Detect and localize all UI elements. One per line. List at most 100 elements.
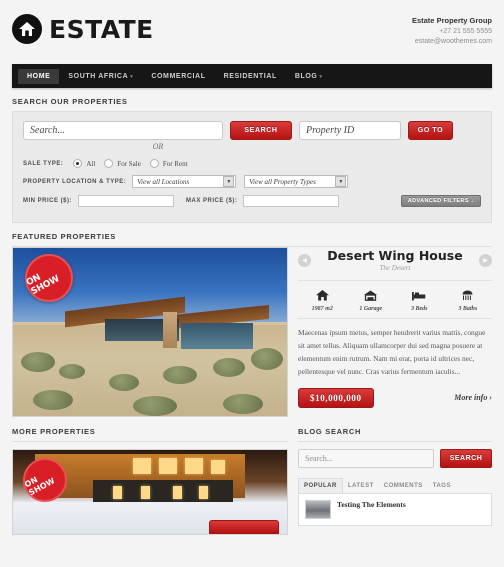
window-light bbox=[185, 458, 203, 474]
more-property-image[interactable]: ON SHOW bbox=[12, 449, 288, 535]
site-header: ESTATE Estate Property Group +27 21 555 … bbox=[0, 0, 504, 64]
more-properties-heading: MORE PROPERTIES bbox=[12, 427, 288, 442]
stone-pillar bbox=[163, 312, 177, 348]
contact-email[interactable]: estate@woothemes.com bbox=[412, 37, 492, 47]
stat-beds: 3 Beds bbox=[395, 288, 444, 312]
featured-details: ◀ Desert Wing House The Desert ▶ 1987 m2 bbox=[298, 247, 492, 417]
radio-icon[interactable] bbox=[73, 159, 83, 168]
sale-type-radios: All For Sale For Rent bbox=[73, 159, 188, 168]
bed-icon bbox=[395, 288, 444, 303]
blog-search-heading: BLOG SEARCH bbox=[298, 427, 492, 442]
search-row: Search... SEARCH Property ID GO TO bbox=[23, 121, 481, 140]
on-show-label: ON SHOW bbox=[24, 272, 62, 298]
blog-post-list: Testing The Elements bbox=[298, 493, 492, 526]
or-label: OR bbox=[152, 142, 164, 151]
carousel-next-icon[interactable]: ▶ bbox=[479, 253, 492, 267]
stat-label: 3 Baths bbox=[458, 305, 478, 312]
brand-name: ESTATE bbox=[49, 14, 154, 44]
chevron-down-icon[interactable]: ▼ bbox=[335, 176, 347, 187]
blog-search-input[interactable]: Search... bbox=[298, 449, 434, 468]
tab-tags[interactable]: TAGS bbox=[428, 479, 456, 493]
property-stats: 1987 m2 1 Garage 3 Beds 3 Baths bbox=[298, 279, 493, 319]
nav-item-south-africa[interactable]: SOUTH AFRICA ▾ bbox=[59, 69, 142, 84]
nav-item-home[interactable]: HOME bbox=[18, 68, 60, 84]
nav-item-residential[interactable]: RESIDENTIAL bbox=[215, 69, 286, 84]
advanced-filters-button[interactable]: ADVANCED FILTERS ↓ bbox=[400, 195, 481, 207]
search-panel: Search... SEARCH Property ID GO TO OR SA… bbox=[12, 112, 492, 223]
more-property-price-tag bbox=[209, 520, 279, 534]
radio-for-rent[interactable]: For Rent bbox=[149, 159, 188, 168]
window-light bbox=[173, 486, 182, 499]
on-show-badge: ON SHOW bbox=[23, 458, 67, 502]
property-type-select[interactable]: View all Property Types ▼ bbox=[244, 175, 349, 188]
price-row: $10,000,000 More info › bbox=[298, 387, 492, 408]
post-title[interactable]: Testing The Elements bbox=[337, 500, 406, 519]
max-price-label: MAX PRICE ($): bbox=[186, 198, 238, 204]
contact-phone: +27 21 555 5555 bbox=[439, 27, 492, 35]
location-type-label: PROPERTY LOCATION & TYPE: bbox=[23, 178, 127, 185]
bush bbox=[163, 366, 197, 384]
more-properties-section: MORE PROPERTIES ON SHOW bbox=[12, 427, 288, 535]
bush bbox=[213, 358, 245, 377]
carousel-header: ◀ Desert Wing House The Desert ▶ bbox=[298, 249, 492, 272]
property-price: $10,000,000 bbox=[298, 387, 374, 408]
window-light bbox=[199, 486, 208, 499]
radio-label: For Rent bbox=[162, 159, 188, 168]
window-light bbox=[211, 460, 225, 474]
featured-property: ON SHOW ◀ Desert Wing House The Desert ▶… bbox=[12, 247, 492, 417]
radio-label: All bbox=[86, 159, 96, 168]
glass-right bbox=[181, 323, 253, 349]
blog-search-button[interactable]: SEARCH bbox=[440, 449, 492, 468]
location-select[interactable]: View all Locations ▼ bbox=[132, 175, 237, 188]
featured-image-wrap[interactable]: ON SHOW bbox=[12, 247, 288, 417]
radio-icon[interactable] bbox=[149, 159, 159, 168]
nav-label: BLOG bbox=[294, 72, 318, 80]
tab-comments[interactable]: COMMENTS bbox=[379, 479, 428, 493]
carousel-prev-icon[interactable]: ◀ bbox=[298, 253, 311, 267]
stat-garage: 1 Garage bbox=[347, 288, 396, 312]
main-navigation: HOME SOUTH AFRICA ▾ COMMERCIAL RESIDENTIA… bbox=[12, 64, 492, 88]
property-id-input[interactable]: Property ID bbox=[299, 121, 401, 140]
radio-icon[interactable] bbox=[104, 159, 114, 168]
nav-label: HOME bbox=[27, 72, 51, 80]
on-show-label: ON SHOW bbox=[23, 475, 57, 498]
chevron-down-icon: ▾ bbox=[319, 73, 323, 80]
brand-logo[interactable]: ESTATE bbox=[12, 14, 154, 44]
max-price-input[interactable] bbox=[243, 195, 340, 207]
search-button[interactable]: SEARCH bbox=[230, 121, 292, 140]
tab-popular[interactable]: POPULAR bbox=[298, 478, 343, 493]
page-root: ESTATE Estate Property Group +27 21 555 … bbox=[0, 0, 504, 567]
blog-search-row: Search... SEARCH bbox=[298, 449, 492, 468]
radio-all[interactable]: All bbox=[73, 159, 95, 168]
radio-label: For Sale bbox=[117, 159, 141, 168]
stat-label: 1 Garage bbox=[359, 305, 383, 312]
window-light bbox=[159, 458, 177, 474]
min-price-input[interactable] bbox=[78, 195, 174, 207]
more-info-link[interactable]: More info › bbox=[454, 393, 492, 402]
bottom-sections: MORE PROPERTIES ON SHOW BLOG SEARCH Sear… bbox=[12, 427, 492, 535]
min-price-label: MIN PRICE ($): bbox=[23, 198, 72, 204]
property-title: Desert Wing House bbox=[327, 248, 463, 263]
nav-item-commercial[interactable]: COMMERCIAL bbox=[142, 69, 214, 84]
location-value: View all Locations bbox=[137, 177, 190, 186]
stat-label: 3 Beds bbox=[411, 305, 428, 312]
featured-property-image[interactable]: ON SHOW bbox=[12, 247, 288, 417]
nav-label: COMMERCIAL bbox=[151, 72, 206, 80]
bush bbox=[59, 364, 85, 379]
stat-label: 1987 m2 bbox=[311, 305, 333, 312]
bush bbox=[251, 348, 283, 370]
featured-section-heading: FEATURED PROPERTIES bbox=[12, 232, 492, 247]
goto-button[interactable]: GO TO bbox=[408, 121, 453, 140]
nav-label: SOUTH AFRICA bbox=[68, 72, 129, 80]
stat-baths: 3 Baths bbox=[444, 288, 493, 312]
search-input[interactable]: Search... bbox=[23, 121, 223, 140]
property-type-value: View all Property Types bbox=[249, 177, 316, 186]
radio-for-sale[interactable]: For Sale bbox=[104, 159, 141, 168]
tab-latest[interactable]: LATEST bbox=[343, 479, 379, 493]
chevron-down-icon[interactable]: ▼ bbox=[223, 176, 235, 187]
window-light bbox=[141, 486, 150, 499]
house-icon bbox=[298, 288, 347, 303]
post-thumbnail bbox=[305, 500, 331, 519]
price-row: MIN PRICE ($): MAX PRICE ($): ADVANCED F… bbox=[23, 195, 481, 207]
nav-item-blog[interactable]: BLOG ▾ bbox=[286, 69, 332, 84]
